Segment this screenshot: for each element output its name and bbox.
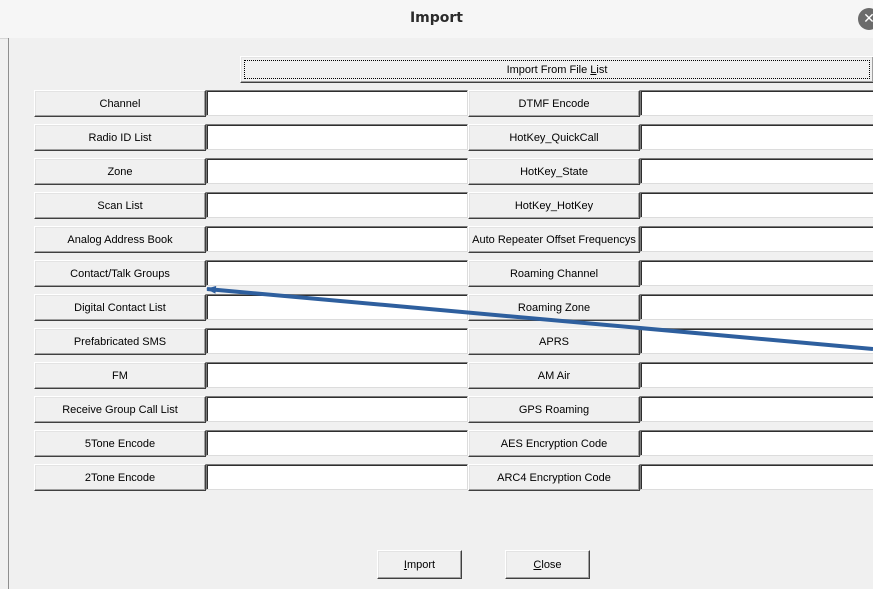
arrow-line	[206, 285, 873, 351]
annotation-arrow	[206, 285, 873, 351]
